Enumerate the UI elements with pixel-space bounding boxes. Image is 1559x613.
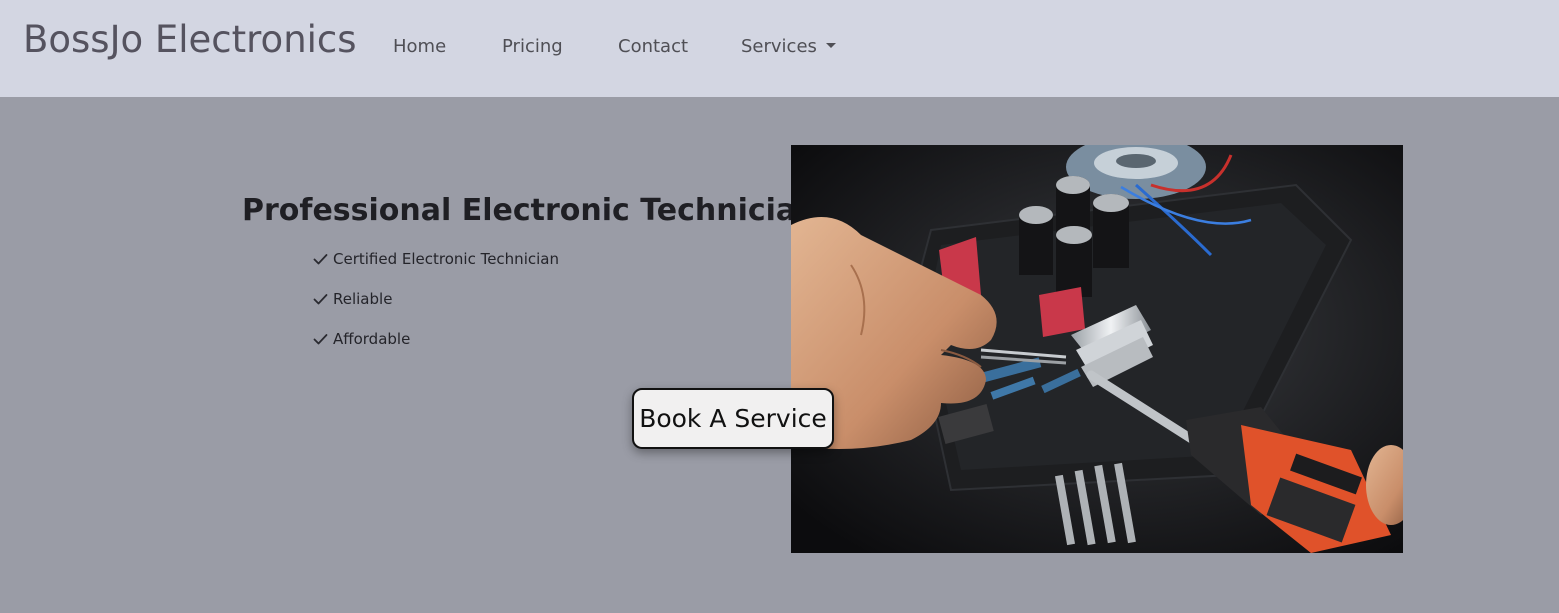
- brand-link[interactable]: BossJo Electronics: [23, 18, 357, 61]
- feature-text: Reliable: [333, 290, 393, 308]
- navbar: BossJo Electronics Home Pricing Contact …: [0, 0, 1559, 97]
- caret-down-icon: [825, 42, 836, 48]
- nav-link-home[interactable]: Home: [393, 36, 446, 57]
- hero-title: Professional Electronic Technician: [242, 193, 818, 228]
- nav-link-pricing[interactable]: Pricing: [502, 36, 563, 57]
- feature-list: Certified Electronic Technician Reliable…: [313, 249, 559, 369]
- feature-text: Affordable: [333, 330, 411, 348]
- nav-link-contact[interactable]: Contact: [618, 36, 688, 57]
- nav-link-services-label: Services: [741, 36, 817, 57]
- checkmark-icon: [313, 334, 328, 345]
- nav-dropdown-services[interactable]: Services: [741, 36, 836, 57]
- checkmark-icon: [313, 254, 328, 265]
- feature-item: Certified Electronic Technician: [313, 249, 559, 289]
- feature-text: Certified Electronic Technician: [333, 250, 559, 268]
- feature-item: Reliable: [313, 289, 559, 329]
- feature-item: Affordable: [313, 329, 559, 369]
- hero-image-technician-repairing-circuit-board: [791, 145, 1403, 553]
- book-a-service-button[interactable]: Book A Service: [632, 388, 834, 449]
- checkmark-icon: [313, 294, 328, 305]
